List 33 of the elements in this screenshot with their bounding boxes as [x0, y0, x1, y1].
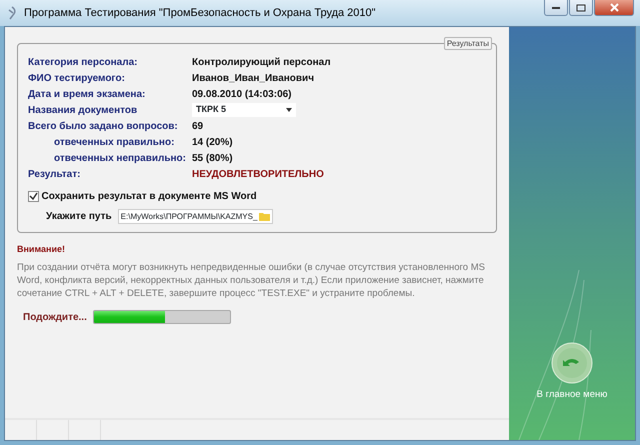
close-button[interactable] — [594, 0, 634, 16]
field-label: Названия документов — [28, 104, 138, 118]
progress-label: Подождите... — [23, 310, 87, 324]
field-label: Дата и время экзамена: — [28, 88, 146, 102]
field-value: 69 — [192, 120, 204, 134]
group-title: Результаты — [444, 37, 492, 50]
field-label: отвеченных неправильно: — [53, 152, 187, 166]
path-label: Укажите путь — [46, 210, 112, 224]
field-value: 55 (80%) — [192, 152, 233, 166]
minimize-button[interactable] — [544, 0, 568, 16]
save-checkbox[interactable] — [28, 190, 39, 202]
minimize-icon — [552, 6, 560, 10]
field-value: Контролирующий персонал — [192, 56, 331, 70]
checkbox-label: Сохранить результат в документе MS Word — [42, 190, 257, 204]
field-value: 14 (20%) — [192, 136, 233, 150]
path-field[interactable]: E:\MyWorks\ПРОГРАММЫ\KAZMYS_ — [118, 209, 274, 224]
document-dropdown[interactable]: ТКРК 5 — [192, 103, 296, 117]
field-label: Результат: — [28, 168, 82, 182]
warning-title: Внимание! — [17, 243, 66, 256]
close-icon — [610, 3, 618, 12]
field-label: Всего было задано вопросов: — [28, 120, 179, 134]
field-value: 09.08.2010 (14:03:06) — [192, 88, 292, 102]
maximize-icon — [576, 4, 586, 12]
warning-text: При создании отчёта могут возникнуть непредвиденные ошибки (в случае отсутствия установленного MS Word, конфликта версий, некорректных данных пользователя и т.д.) Если приложение зависнет, нажмите сочетание CTRL + ALT + DELETE, завершите процесс "TEST.EXE" и устраните проблемы. — [17, 260, 486, 300]
dropdown-arrow-icon[interactable] — [286, 108, 292, 112]
result-value: НЕУДОВЛЕТВОРИТЕЛЬНО — [192, 168, 324, 182]
maximize-button[interactable] — [569, 0, 593, 16]
app-icon — [6, 6, 18, 20]
field-label: отвеченных правильно: — [53, 136, 176, 150]
window-title: Программа Тестирования "ПромБезопасность и Охрана Труда 2010" — [24, 6, 376, 21]
field-value: Иванов_Иван_Иванович — [192, 72, 314, 86]
field-label: Категория персонала: — [28, 56, 138, 70]
field-label: ФИО тестируемого: — [28, 72, 126, 86]
